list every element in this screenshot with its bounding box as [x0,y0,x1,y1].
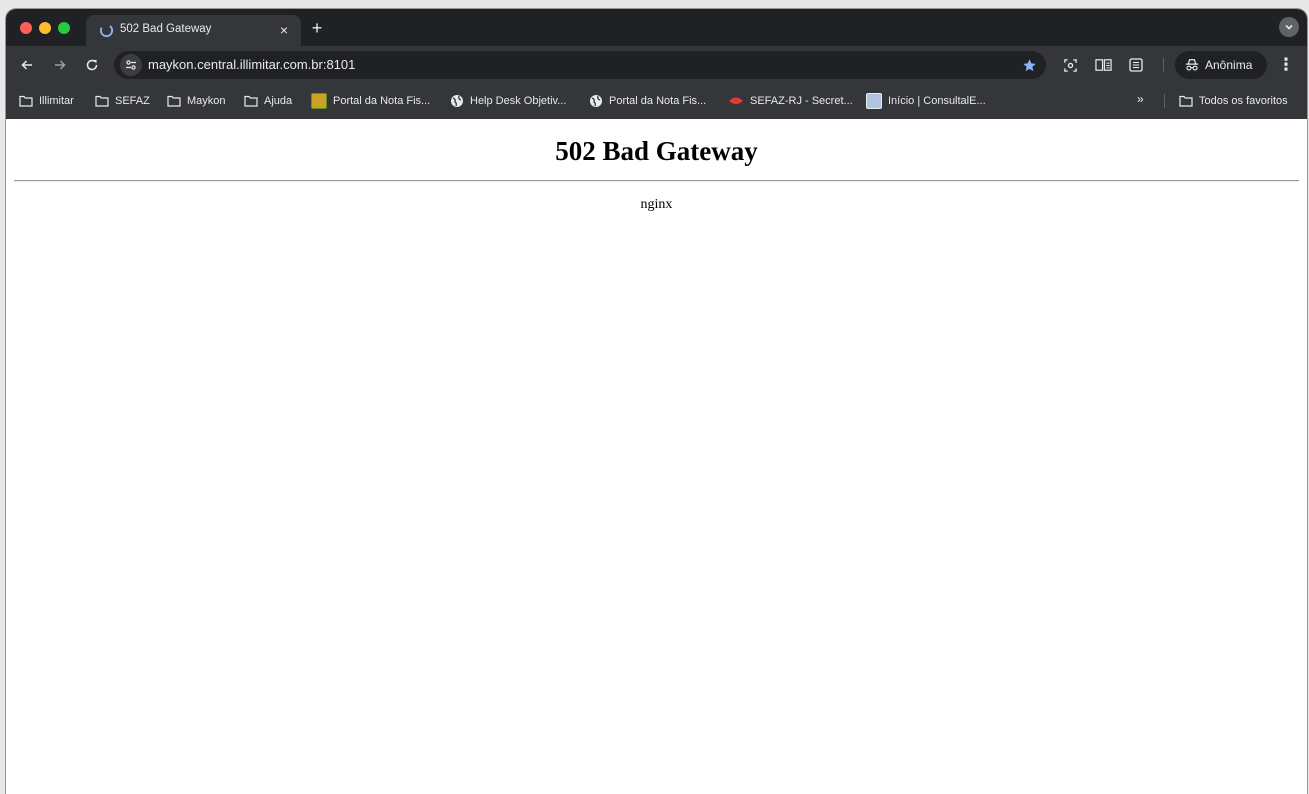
bookmarks-bar: Illimitar SEFAZ Maykon Ajuda Portal da N… [6,83,1307,119]
toolbar-divider [1163,58,1164,72]
address-bar[interactable]: maykon.central.illimitar.com.br:8101 [114,51,1046,79]
tab-close-button[interactable]: × [275,21,293,39]
forward-button[interactable] [48,53,72,77]
bookmark-sefaz-rj[interactable]: SEFAZ-RJ - Secret... [728,93,853,109]
reading-mode-icon [1094,59,1112,71]
site-info-button[interactable] [120,54,142,76]
bookmark-star-button[interactable] [1018,54,1040,76]
horizontal-rule [14,180,1299,182]
browser-window: 502 Bad Gateway × + maykon.central.illim… [6,9,1307,794]
chevron-down-icon [1285,24,1293,30]
bookmark-folder-sefaz[interactable]: SEFAZ [95,93,150,109]
arrow-right-icon [55,60,66,70]
bookmark-label: Maykon [187,95,226,107]
incognito-profile-button[interactable]: Anônima [1175,51,1267,79]
reload-button[interactable] [80,53,104,77]
bookmark-folder-illimitar[interactable]: Illimitar [19,93,74,109]
server-name: nginx [640,197,673,212]
bookmark-portal-nota-fiscal-1[interactable]: Portal da Nota Fis... [311,93,430,109]
bookmark-label: Início | ConsultalE... [888,95,986,107]
bookmark-label: Illimitar [39,95,74,107]
side-panel-button[interactable] [1124,53,1148,77]
tab-title: 502 Bad Gateway [120,23,212,35]
folder-icon [95,95,109,107]
page-viewport: 502 Bad Gateway nginx [6,119,1307,794]
tab-favicon-icon [99,23,114,38]
folder-icon [244,95,258,107]
new-tab-button[interactable]: + [306,18,328,40]
incognito-label: Anônima [1205,58,1253,72]
tune-icon [126,60,136,70]
close-window-button[interactable] [20,22,32,34]
bookmark-folder-maykon[interactable]: Maykon [167,93,226,109]
all-bookmarks-label: Todos os favoritos [1199,95,1288,107]
toolbar: maykon.central.illimitar.com.br:8101 Anô… [6,46,1307,83]
side-panel-icon [1129,58,1143,72]
url-text[interactable]: maykon.central.illimitar.com.br:8101 [148,57,355,72]
bookmarks-overflow-button[interactable]: » [1137,92,1144,106]
error-heading: 502 Bad Gateway [555,136,758,166]
sefaz-rj-logo-icon [729,97,743,104]
arrow-left-icon [21,60,32,70]
tab-search-button[interactable] [1279,17,1299,37]
bookmark-folder-ajuda[interactable]: Ajuda [244,93,292,109]
bookmark-label: Help Desk Objetiv... [470,95,567,107]
minimize-window-button[interactable] [39,22,51,34]
folder-icon [19,95,33,107]
back-button[interactable] [15,53,39,77]
bookmark-label: SEFAZ [115,95,150,107]
bookmark-label: Ajuda [264,95,293,107]
star-icon [1022,58,1036,71]
folder-icon [167,95,181,107]
active-tab[interactable]: 502 Bad Gateway × [86,15,301,46]
browser-menu-button[interactable]: ⋮ [1274,53,1298,77]
lens-icon [1063,58,1077,72]
maximize-window-button[interactable] [58,22,70,34]
bookmark-label: Portal da Nota Fis... [609,95,707,107]
globe-icon [451,95,463,107]
tab-strip: 502 Bad Gateway × + [6,9,1307,46]
lens-button[interactable] [1058,53,1082,77]
bookmark-label: Portal da Nota Fis... [333,95,431,107]
bookmark-portal-nota-fiscal-2[interactable]: Portal da Nota Fis... [589,93,706,109]
coat-of-arms-icon [311,93,327,109]
globe-icon [590,95,602,107]
folder-icon [1179,95,1193,107]
all-bookmarks-button[interactable]: Todos os favoritos [1179,93,1288,109]
bookmark-consulta[interactable]: Início | ConsultalE... [866,93,986,109]
bookmark-help-desk[interactable]: Help Desk Objetiv... [450,93,566,109]
incognito-icon [1185,59,1199,71]
bookmark-label: SEFAZ-RJ - Secret... [750,95,853,107]
reload-icon [86,59,98,71]
bookmarks-divider [1164,94,1165,108]
consulta-favicon-icon [866,93,882,109]
reading-mode-button[interactable] [1091,53,1115,77]
